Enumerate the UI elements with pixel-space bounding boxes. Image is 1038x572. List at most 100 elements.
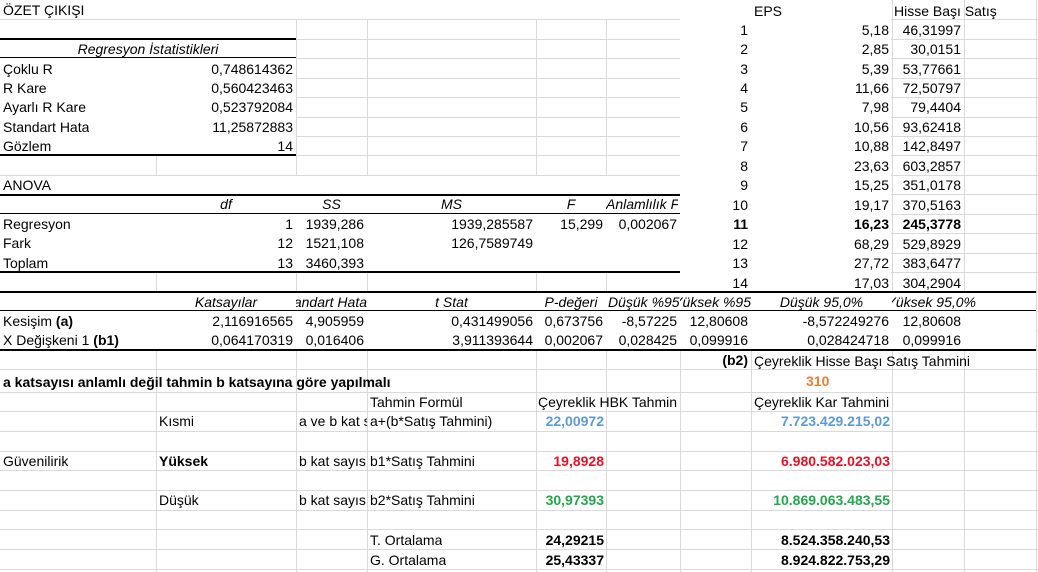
gridline (964, 0, 965, 572)
anova-ss: 1939,286 (305, 216, 364, 232)
coef-low95: 0,028425 (618, 332, 677, 348)
quarter-sales-value[interactable]: 310 (806, 372, 829, 391)
forecast-row-hbk[interactable]: 30,97393 (536, 491, 604, 510)
eps-value: 10,88 (853, 138, 889, 154)
stat-label: R Kare (3, 80, 47, 96)
b2-label: (b2) (722, 352, 748, 368)
anova-title: ANOVA (3, 177, 51, 193)
coef-low950: -8,572249276 (802, 313, 889, 329)
row-number: 7 (740, 138, 748, 154)
col-hbk-header: Çeyreklik HBK Tahmin (538, 394, 678, 410)
hbs-value: 304,2904 (902, 275, 961, 291)
stat-label: Çoklu R (3, 61, 53, 77)
row-number: 13 (732, 255, 748, 271)
anova-ms: 126,7589749 (451, 235, 533, 251)
forecast-row-name: Yüksek (159, 453, 209, 469)
g-avg-hbk[interactable]: 25,43337 (536, 551, 604, 570)
hbs-value: 370,5163 (902, 197, 961, 213)
hbs-value: 245,3778 (902, 216, 961, 232)
coef-up950: 0,099916 (902, 332, 961, 348)
anova-df: 12 (277, 235, 293, 251)
row-number: 2 (740, 41, 748, 57)
row-number: 1 (740, 22, 748, 38)
eps-value: 11,66 (855, 80, 889, 96)
eps-value: 17,03 (853, 275, 889, 291)
stat-value: 0,523792084 (211, 99, 293, 115)
anova-df: 1 (285, 216, 293, 232)
hbs-value: 529,8929 (902, 236, 961, 252)
eps-header: EPS (754, 3, 783, 19)
forecast-row-profit[interactable]: 6.980.582.023,03 (751, 452, 890, 471)
gridline (1036, 0, 1037, 572)
coef-value: 2,116916565 (212, 313, 293, 329)
anova-ss: 1521,108 (305, 235, 364, 251)
coef-row-label: Kesişim (a) (3, 313, 74, 329)
stat-label: Ayarlı R Kare (3, 99, 86, 115)
stat-value: 11,25872883 (212, 119, 293, 135)
hbs-value: 142,8497 (902, 138, 961, 154)
forecast-row-desc: b kat sayısı (299, 453, 367, 469)
forecast-row-formula: b1*Satış Tahmini (370, 453, 475, 469)
row-number: 3 (740, 61, 748, 77)
col-formula-header: Tahmin Formül (370, 394, 463, 410)
hbs-header: Hisse Başı Satış (894, 3, 997, 19)
gridline (536, 0, 537, 572)
coef-t: 3,911393644 (452, 332, 533, 348)
hbs-value: 72,50797 (902, 80, 961, 96)
eps-value: 10,56 (853, 119, 889, 135)
hbs-value: 30,0151 (910, 41, 961, 57)
t-avg-profit[interactable]: 8.524.358.240,53 (751, 531, 890, 550)
anova-ms: 1939,285587 (451, 216, 533, 232)
anova-header-df: df (220, 196, 232, 212)
row-number: 10 (732, 197, 748, 213)
row-number: 6 (740, 119, 748, 135)
t-avg-hbk[interactable]: 24,29215 (536, 531, 604, 550)
forecast-row-profit[interactable]: 7.723.429.215,02 (751, 412, 890, 431)
anova-header-f: F (566, 196, 576, 212)
row-number: 5 (740, 99, 748, 115)
coef-t: 0,431499056 (451, 313, 533, 329)
forecast-row-formula: b2*Satış Tahmini (370, 492, 475, 508)
gridline (606, 0, 607, 572)
coef-se: 0,016406 (305, 332, 364, 348)
hbs-value: 603,2857 (902, 158, 961, 174)
eps-value: 2,85 (861, 41, 889, 57)
coef-row-label: X Değişkeni 1 (b1) (3, 332, 119, 348)
coef-low95: -8,57225 (621, 313, 677, 329)
col-profit-header: Çeyreklik Kar Tahmini (754, 394, 890, 410)
row-number: 11 (733, 216, 748, 232)
coef-se: 4,905959 (305, 313, 364, 329)
hbs-value: 93,62418 (902, 119, 961, 135)
forecast-row-profit[interactable]: 10.869.063.483,55 (751, 491, 890, 510)
eps-value: 7,98 (861, 99, 889, 115)
forecast-row-formula: a+(b*Satış Tahmini) (370, 413, 493, 429)
g-avg-profit[interactable]: 8.924.822.753,29 (751, 551, 890, 570)
gridline (367, 0, 368, 572)
forecast-row-name: Kısmi (159, 413, 194, 429)
stat-value: 0,748614362 (211, 61, 293, 77)
coef-up95: 12,80608 (689, 313, 748, 329)
anova-sig: 0,002067 (618, 216, 677, 232)
forecast-row-hbk[interactable]: 19,8928 (536, 452, 604, 471)
row-number: 14 (732, 275, 748, 291)
eps-value: 23,63 (853, 158, 889, 174)
coef-up950: 12,80608 (902, 313, 961, 329)
coef-low950: 0,028424718 (807, 332, 889, 348)
eps-value: 5,18 (861, 22, 889, 38)
gridline (296, 0, 297, 572)
forecast-row-hbk[interactable]: 22,00972 (536, 412, 604, 431)
stat-label: Standart Hata (3, 119, 90, 135)
eps-value: 19,17 (853, 197, 889, 213)
forecast-note: a katsayısı anlamlı değil tahmin b katsa… (3, 374, 391, 390)
coef-value: 0,064170319 (211, 332, 293, 348)
g-avg-label: G. Ortalama (370, 552, 447, 568)
eps-value: 27,72 (853, 255, 889, 271)
hbs-value: 383,6477 (902, 255, 961, 271)
confidence-label: Güvenilirik (3, 453, 69, 469)
anova-row-label: Regresyon (3, 216, 71, 232)
coef-up95: 0,099916 (689, 332, 748, 348)
anova-f: 15,299 (560, 216, 603, 232)
summary-title: ÖZET ÇIKIŞI (3, 2, 85, 18)
hbs-value: 79,4404 (910, 99, 961, 115)
hbs-value: 46,31997 (902, 22, 961, 38)
